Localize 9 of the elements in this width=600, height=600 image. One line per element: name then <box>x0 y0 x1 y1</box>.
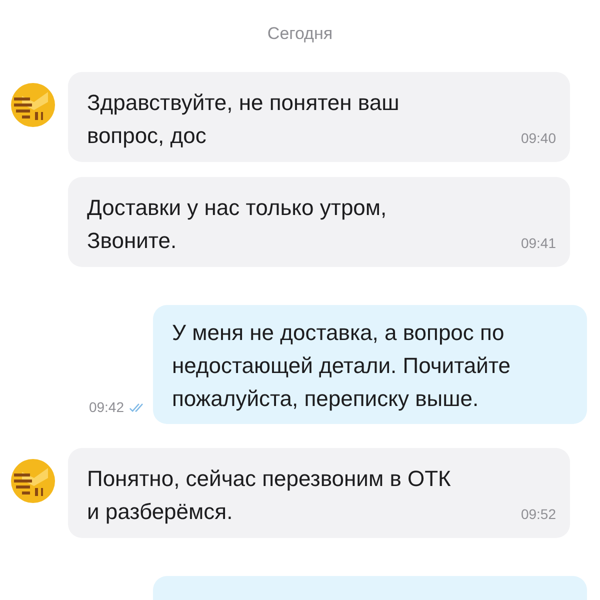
date-separator: Сегодня <box>266 23 334 45</box>
message-text: Доставки у нас только утром, Звоните. <box>87 194 388 255</box>
message-text: У меня не доставка, а вопрос по недостающей детали. Почитайте пожалуйста, переписку выше. <box>172 319 512 413</box>
message-text: Здравствуйте, не понятен ваш вопрос, дос <box>87 89 400 150</box>
message-time: 09:40 <box>520 130 556 148</box>
message-time: 09:42 <box>88 399 124 415</box>
message-time: 09:52 <box>520 506 556 524</box>
message-text: Понятно, сейчас перезвоним в ОТК и разберёмся. <box>87 465 452 526</box>
message-time: 09:41 <box>520 235 556 253</box>
